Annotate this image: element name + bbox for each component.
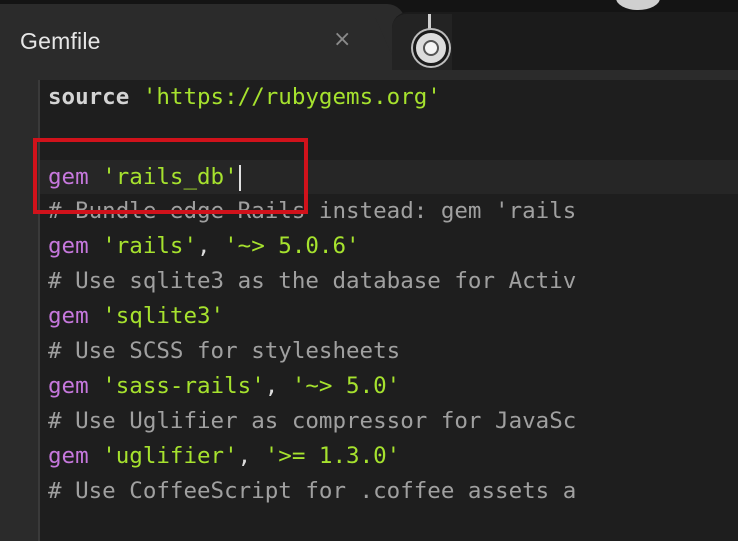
code-token: 'https://rubygems.org' — [142, 84, 441, 110]
editor-window: Gemfile × source 'https://rubygems.org' g… — [0, 0, 738, 541]
mouse-pointer-shape — [616, 0, 660, 10]
code-line[interactable]: gem 'sass-rails', '~> 5.0' — [48, 369, 400, 403]
code-line[interactable]: # Use CoffeeScript for .coffee assets a — [48, 474, 576, 508]
code-line[interactable]: gem 'rails', '~> 5.0.6' — [48, 229, 360, 263]
code-token: gem — [48, 443, 103, 469]
code-token: , — [237, 443, 265, 469]
code-line[interactable]: # Use sqlite3 as the database for Activ — [48, 264, 576, 298]
code-token: 'sass-rails' — [102, 373, 265, 399]
code-token: gem — [48, 373, 103, 399]
code-token: '~> 5.0' — [291, 373, 401, 399]
code-line[interactable]: gem 'sqlite3' — [48, 299, 224, 333]
code-token: gem — [48, 303, 103, 329]
tab-title: Gemfile — [20, 28, 101, 54]
code-token: # Use SCSS for stylesheets — [48, 338, 401, 364]
cursor-ring-icon — [413, 30, 449, 66]
code-token: '~> 5.0.6' — [224, 233, 360, 259]
tab-bar: Gemfile × — [0, 0, 738, 70]
code-line[interactable]: source 'https://rubygems.org' — [48, 80, 441, 114]
code-token: '>= 1.3.0' — [264, 443, 401, 469]
close-icon[interactable]: × — [333, 27, 351, 52]
code-token: # Use sqlite3 as the database for Activ — [48, 268, 577, 294]
code-token: 'sqlite3' — [102, 303, 225, 329]
code-token: 'uglifier' — [102, 443, 238, 469]
code-token: , — [264, 373, 292, 399]
code-token: # Use CoffeeScript for .coffee assets a — [48, 478, 577, 504]
code-token: # Use Uglifier as compressor for JavaSc — [48, 408, 577, 434]
code-token: source — [48, 84, 143, 110]
annotation-highlight-box — [33, 138, 308, 214]
code-token: 'rails' — [102, 233, 198, 259]
code-token: gem — [48, 233, 103, 259]
code-line[interactable]: # Use SCSS for stylesheets — [48, 334, 400, 368]
code-token: , — [197, 233, 225, 259]
tab-gemfile[interactable]: Gemfile × — [0, 4, 405, 70]
code-line[interactable]: # Use Uglifier as compressor for JavaSc — [48, 404, 576, 438]
code-line[interactable]: gem 'uglifier', '>= 1.3.0' — [48, 439, 400, 473]
